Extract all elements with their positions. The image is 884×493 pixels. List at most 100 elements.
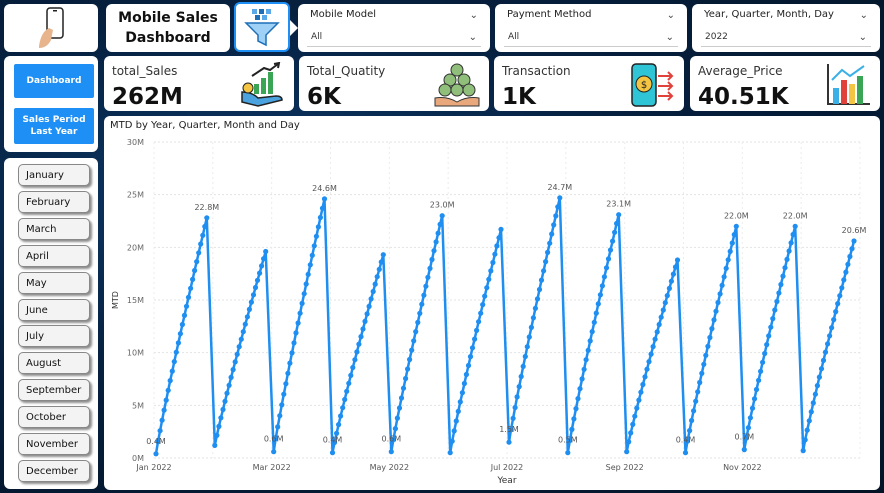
data-point: [822, 349, 829, 355]
data-point: [583, 357, 589, 363]
data-point: [506, 439, 512, 445]
data-point: [261, 256, 267, 262]
data-point: [810, 400, 816, 406]
data-point: [488, 268, 494, 274]
data-point: [476, 319, 482, 325]
data-point: [453, 418, 459, 424]
data-point: [240, 329, 246, 335]
mtd-line-chart[interactable]: 0M 5M 10M 15M 20M 25M 30M Jan 2022 Mar 2022 May 2…: [104, 116, 880, 490]
sales-period-last-year-button[interactable]: Sales Period Last Year: [14, 108, 94, 144]
page-title-line1: Mobile Sales: [118, 10, 218, 26]
data-point: [342, 396, 348, 403]
data-point: [392, 426, 398, 432]
month-button-december[interactable]: December: [18, 459, 90, 482]
data-point: [847, 253, 853, 260]
chevron-down-icon[interactable]: ⌄: [667, 10, 675, 21]
data-point: [259, 263, 265, 269]
data-point: [153, 451, 159, 457]
data-point: [287, 360, 293, 366]
kpi-value: 6K: [307, 84, 341, 110]
data-point: [825, 341, 831, 347]
month-button-january[interactable]: January: [18, 164, 90, 186]
kpi-label: Total_Quatity: [307, 64, 386, 78]
data-point: [784, 256, 790, 262]
bar-chart-icon: [827, 64, 870, 105]
month-button-november[interactable]: November: [18, 433, 90, 455]
data-point: [248, 299, 254, 305]
data-point: [551, 222, 557, 228]
data-point: [498, 226, 504, 232]
data-point: [467, 354, 474, 360]
dashboard-button[interactable]: Dashboard: [14, 64, 94, 98]
data-point: [439, 213, 445, 219]
data-point: [510, 415, 516, 421]
data-point: [338, 413, 344, 419]
data-point: [530, 315, 536, 321]
x-tick-label: May 2022: [370, 463, 409, 472]
month-button-june[interactable]: June: [18, 298, 90, 321]
month-button-september[interactable]: September: [18, 379, 90, 402]
data-point: [644, 366, 650, 372]
month-button-october[interactable]: October: [18, 406, 90, 429]
slicer-value[interactable]: 2022 ⌄: [701, 28, 871, 47]
data-point: [190, 276, 196, 282]
data-point: [713, 308, 719, 314]
data-point: [820, 357, 827, 363]
slicer-value[interactable]: All ⌄: [307, 28, 481, 47]
data-point: [459, 390, 465, 396]
month-button-march[interactable]: March: [18, 217, 90, 240]
slicer-value[interactable]: All ⌄: [504, 28, 678, 47]
data-point: [831, 317, 837, 323]
coins-hand-icon: [434, 63, 480, 107]
month-button-july[interactable]: July: [18, 325, 90, 348]
data-point: [362, 318, 368, 324]
data-point: [597, 292, 603, 298]
data-point: [626, 439, 632, 445]
slicer-date-hierarchy[interactable]: Year, Quarter, Month, Day ⌄ 2022 ⌄: [692, 4, 880, 52]
data-point: [536, 286, 543, 293]
data-point: [751, 396, 758, 402]
data-point: [553, 213, 559, 219]
data-point: [496, 235, 502, 241]
data-point: [350, 364, 356, 371]
data-point: [175, 340, 181, 346]
nav-panel: Dashboard Sales Period Last Year: [4, 56, 98, 152]
slicer-mobile-model[interactable]: Mobile Model ⌄ All ⌄: [298, 4, 490, 52]
data-point: [192, 267, 198, 274]
month-button-may[interactable]: May: [18, 271, 90, 294]
data-point: [835, 301, 841, 307]
data-point: [254, 277, 261, 283]
data-point: [360, 326, 366, 332]
slicer-payment-method[interactable]: Payment Method ⌄ All ⌄: [495, 4, 687, 52]
chevron-down-icon[interactable]: ⌄: [470, 10, 478, 21]
month-button-april[interactable]: April: [18, 244, 90, 267]
chevron-down-icon[interactable]: ⌄: [860, 10, 868, 21]
data-point: [317, 214, 323, 221]
data-point: [299, 300, 305, 306]
data-point: [494, 243, 500, 249]
month-button-august[interactable]: August: [18, 352, 90, 375]
data-point: [727, 248, 733, 254]
data-point: [289, 350, 295, 356]
chevron-down-icon: ⌄: [665, 32, 674, 43]
data-point: [411, 338, 417, 344]
data-point: [569, 426, 575, 432]
phone-hand-logo: [4, 4, 98, 52]
data-point: [693, 398, 699, 404]
data-point: [595, 301, 601, 307]
data-point: [226, 382, 232, 388]
data-point: [486, 276, 492, 282]
data-point: [490, 259, 496, 266]
data-point: [770, 316, 776, 322]
data-point: [638, 389, 644, 395]
data-point: [733, 223, 739, 229]
month-button-february[interactable]: February: [18, 190, 90, 213]
data-point: [301, 291, 307, 297]
filter-card[interactable]: [234, 2, 290, 52]
y-tick-label: 15M: [127, 296, 144, 305]
data-point: [719, 282, 725, 288]
data-point: [271, 449, 277, 455]
data-point: [624, 449, 630, 455]
data-point: [388, 449, 394, 455]
data-point: [612, 229, 618, 235]
